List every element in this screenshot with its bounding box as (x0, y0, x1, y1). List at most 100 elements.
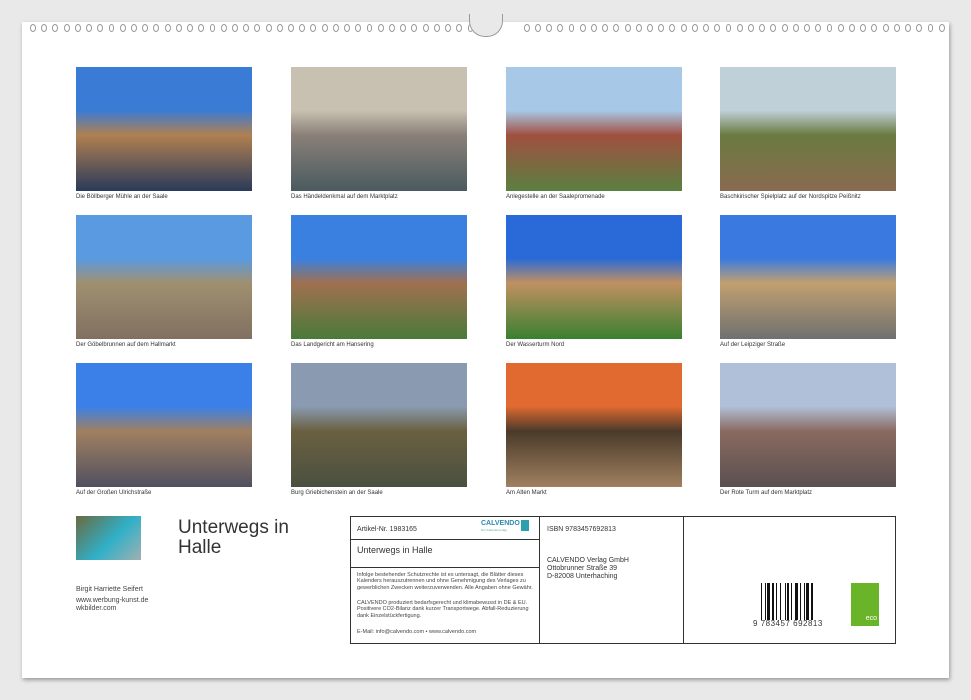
calvendo-logo-icon (521, 520, 529, 531)
photo-caption: Auf der Großen Ulrichstraße (76, 490, 266, 496)
eco-badge-icon: eco (851, 583, 879, 626)
photo-caption: Anlegestelle an der Saalepromenade (506, 194, 696, 200)
photo-caption: Auf der Leipziger Straße (720, 342, 910, 348)
binding-hole (827, 24, 833, 32)
photo-caption: Baschkirischer Spielplatz auf der Nordsp… (720, 194, 910, 200)
binding-hole (310, 24, 316, 32)
contact-text: E-Mail: info@calvendo.com • www.calvendo… (357, 629, 476, 635)
binding-hole (277, 24, 283, 32)
binding-hole (153, 24, 159, 32)
calendar-photo (291, 363, 467, 487)
binding-hole (411, 24, 417, 32)
photo-caption: Der Göbelbrunnen auf dem Hallmarkt (76, 342, 266, 348)
calendar-photo (720, 215, 896, 339)
binding-hole (658, 24, 664, 32)
binding-hole (355, 24, 361, 32)
binding-hole (254, 24, 260, 32)
binding-hole (737, 24, 743, 32)
binding-hole (131, 24, 137, 32)
binding-hole (445, 24, 451, 32)
calendar-title: Unterwegs inHalle (178, 518, 289, 558)
author-name: Birgit Harriette Seifert (76, 586, 143, 594)
author-url-1[interactable]: www.werbung-kunst.de (76, 597, 148, 605)
binding-hole (86, 24, 92, 32)
binding-hole (109, 24, 115, 32)
binding-hole (535, 24, 541, 32)
binding-hole (41, 24, 47, 32)
binding-hole (681, 24, 687, 32)
binding-hole (299, 24, 305, 32)
calendar-photo (506, 363, 682, 487)
calendar-photo (720, 67, 896, 191)
binding-hole (928, 24, 934, 32)
calendar-photo (506, 215, 682, 339)
binding-hole (613, 24, 619, 32)
binding-hole (894, 24, 900, 32)
title-line-1: Unterwegs in (178, 518, 289, 538)
binding-hole (434, 24, 440, 32)
binding-hole (871, 24, 877, 32)
binding-hole (647, 24, 653, 32)
calendar-photo (76, 363, 252, 487)
binding-hole (602, 24, 608, 32)
binding-hole (97, 24, 103, 32)
photo-caption: Die Böllberger Mühle an der Saale (76, 194, 266, 200)
binding-hole (198, 24, 204, 32)
binding-hole (423, 24, 429, 32)
calendar-photo (76, 67, 252, 191)
binding-hole (142, 24, 148, 32)
binding-hole (591, 24, 597, 32)
binding-hole (389, 24, 395, 32)
author-photo (76, 516, 141, 560)
binding-hole (905, 24, 911, 32)
binding-hole (793, 24, 799, 32)
binding-hole (625, 24, 631, 32)
binding-hole (759, 24, 765, 32)
binding-hole (748, 24, 754, 32)
title-line-2: Halle (178, 538, 289, 558)
publisher-name: CALVENDO Verlag GmbH (547, 557, 629, 564)
calvendo-logo: CALVENDO (481, 520, 520, 527)
barcode-digits: 9 783457 692813 (753, 619, 823, 628)
binding-hole (883, 24, 889, 32)
binding-hole (703, 24, 709, 32)
binding-hole (64, 24, 70, 32)
binding-hole (322, 24, 328, 32)
binding-hole (714, 24, 720, 32)
binding-hole (120, 24, 126, 32)
author-url-2[interactable]: wkbilder.com (76, 605, 116, 613)
binding-hole (232, 24, 238, 32)
binding-hole (400, 24, 406, 32)
photo-caption: Am Alten Markt (506, 490, 696, 496)
photo-caption: Das Landgericht am Hansering (291, 342, 481, 348)
binding-hole (860, 24, 866, 32)
product-info-box: Artikel-Nr. 1983165 CALVENDO Der Kalende… (350, 516, 896, 644)
binding-hole (692, 24, 698, 32)
binding-hole (75, 24, 81, 32)
binding-hole (52, 24, 58, 32)
product-title: Unterwegs in Halle (357, 545, 433, 555)
binding-hole (569, 24, 575, 32)
binding-hole (815, 24, 821, 32)
calvendo-tagline: Der Kalenderverlag (481, 528, 507, 532)
publisher-street: Ottobrunner Straße 39 (547, 565, 617, 572)
calendar-photo (291, 67, 467, 191)
binding-hole (636, 24, 642, 32)
photo-caption: Der Rote Turm auf dem Marktplatz (720, 490, 910, 496)
binding-hole (367, 24, 373, 32)
binding-hole (30, 24, 36, 32)
binding-hole (524, 24, 530, 32)
binding-hole (939, 24, 945, 32)
publisher-city: D-82008 Unterhaching (547, 573, 617, 580)
binding-hole (557, 24, 563, 32)
article-number: Artikel-Nr. 1983165 (357, 526, 417, 533)
binding-hole (669, 24, 675, 32)
binding-hole (838, 24, 844, 32)
climate-text: CALVENDO produziert bedarfsgerecht und k… (357, 600, 535, 619)
binding-hole (726, 24, 732, 32)
calendar-photo (76, 215, 252, 339)
calendar-photo (720, 363, 896, 487)
binding-hole (770, 24, 776, 32)
binding-hole (243, 24, 249, 32)
binding-hole (849, 24, 855, 32)
